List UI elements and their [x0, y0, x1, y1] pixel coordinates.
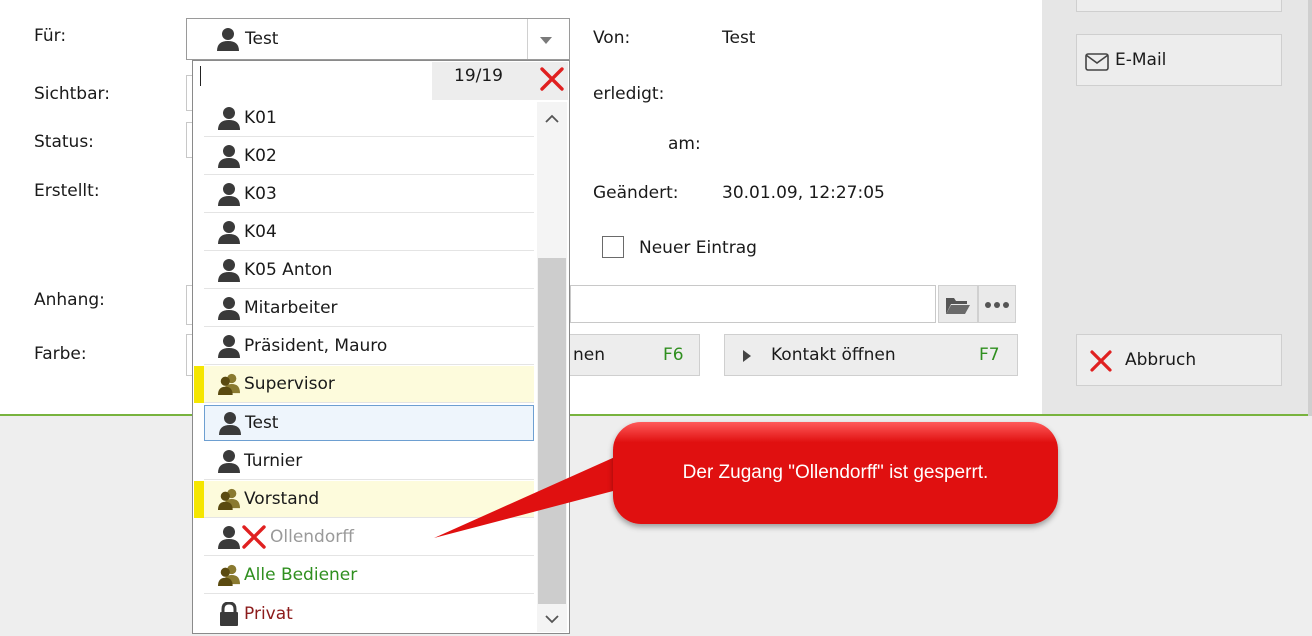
blocked-icon: [242, 525, 266, 549]
am-label: am:: [668, 134, 701, 154]
email-label: E-Mail: [1115, 50, 1167, 70]
user-icon: [219, 412, 241, 435]
list-item-label: Test: [245, 413, 279, 433]
scroll-down-icon[interactable]: [544, 614, 560, 624]
folder-icon: [946, 298, 970, 314]
erledigt-label: erledigt:: [593, 84, 665, 104]
von-value: Test: [722, 28, 756, 48]
scroll-up-icon[interactable]: [544, 114, 560, 124]
user-icon: [218, 297, 240, 320]
open-f6-button[interactable]: nen F6: [568, 334, 700, 376]
list-item-privat[interactable]: Privat: [204, 595, 534, 632]
list-item-label: Präsident, Mauro: [244, 336, 388, 356]
sichtbar-label: Sichtbar:: [34, 84, 110, 104]
kontakt-oeffnen-label: Kontakt öffnen: [771, 345, 896, 365]
dropdown-search-input[interactable]: [194, 62, 432, 100]
list-item-k03[interactable]: K03: [204, 176, 534, 213]
list-item-k04[interactable]: K04: [204, 214, 534, 251]
cancel-icon: [1090, 350, 1112, 372]
list-item-label: K01: [244, 108, 277, 128]
geaendert-label: Geändert:: [593, 183, 679, 203]
user-icon: [217, 28, 239, 51]
anhang-input[interactable]: [570, 285, 936, 323]
list-item-label: K02: [244, 146, 277, 166]
user-icon: [218, 183, 240, 206]
list-item-label: Alle Bediener: [244, 565, 358, 585]
warning-tooltip: Der Zugang "Ollendorff" ist gesperrt.: [613, 422, 1058, 524]
fuer-label: Für:: [34, 26, 67, 46]
farbe-label: Farbe:: [34, 344, 87, 364]
status-label: Status:: [34, 132, 94, 152]
folder-button[interactable]: [938, 285, 978, 323]
ellipsis-icon: [985, 302, 1009, 308]
abbruch-button[interactable]: Abbruch: [1076, 334, 1282, 386]
group-marker: [194, 481, 204, 518]
user-icon: [218, 145, 240, 168]
list-item-k05-anton[interactable]: K05 Anton: [204, 252, 534, 289]
scrollbar-thumb[interactable]: [538, 258, 566, 604]
email-button[interactable]: E-Mail: [1076, 34, 1282, 86]
envelope-icon: [1085, 53, 1109, 71]
window-edge: [1308, 0, 1312, 416]
result-counter: 19/19: [454, 66, 503, 86]
list-item-praesident-mauro[interactable]: Präsident, Mauro: [204, 328, 534, 365]
list-item-label: K03: [244, 184, 277, 204]
list-item-k02[interactable]: K02: [204, 138, 534, 175]
close-icon: [540, 67, 564, 91]
neuer-eintrag-label: Neuer Eintrag: [639, 238, 757, 258]
list-item-label: Ollendorff: [270, 527, 354, 547]
abbruch-label: Abbruch: [1125, 350, 1197, 370]
play-icon: [743, 350, 751, 362]
neuer-eintrag-checkbox[interactable]: [602, 236, 624, 258]
kontakt-oeffnen-button[interactable]: Kontakt öffnen F7: [724, 334, 1018, 376]
user-icon: [218, 450, 240, 473]
list-item-test[interactable]: Test: [204, 405, 534, 441]
list-item-label: K04: [244, 222, 277, 242]
von-label: Von:: [593, 28, 631, 48]
chevron-down-icon[interactable]: [539, 35, 553, 45]
dropdown-close-button[interactable]: [536, 62, 568, 100]
user-icon: [218, 335, 240, 358]
anhang-label: Anhang:: [34, 290, 105, 310]
f7-shortcut: F7: [979, 345, 1000, 365]
erstellt-label: Erstellt:: [34, 181, 100, 201]
list-item-label: Turnier: [244, 451, 303, 471]
user-group-icon: [218, 488, 240, 510]
group-marker: [194, 366, 204, 403]
user-group-icon: [218, 564, 240, 586]
fuer-select[interactable]: Test: [186, 18, 570, 60]
user-icon: [218, 107, 240, 130]
fuer-value: Test: [245, 29, 279, 49]
lock-icon: [220, 601, 238, 626]
list-item-supervisor[interactable]: Supervisor: [204, 366, 534, 403]
list-item-alle-bediener[interactable]: Alle Bediener: [204, 557, 534, 594]
list-item-k01[interactable]: K01: [204, 100, 534, 137]
divider-line-side: [1042, 414, 1312, 416]
f6-shortcut: F6: [663, 345, 684, 365]
open-f6-label: nen: [573, 345, 606, 365]
warning-tooltip-text: Der Zugang "Ollendorff" ist gesperrt.: [682, 462, 989, 483]
user-icon: [218, 526, 240, 549]
list-item-mitarbeiter[interactable]: Mitarbeiter: [204, 290, 534, 327]
list-item-label: Supervisor: [244, 374, 335, 394]
user-icon: [218, 259, 240, 282]
list-item-label: Vorstand: [244, 489, 320, 509]
more-button[interactable]: [978, 285, 1016, 323]
list-item-label: Mitarbeiter: [244, 298, 338, 318]
user-icon: [218, 221, 240, 244]
text-cursor: [200, 66, 201, 86]
select-divider: [527, 19, 528, 59]
geaendert-value: 30.01.09, 12:27:05: [722, 183, 885, 203]
list-item-label: Privat: [244, 603, 293, 624]
side-top-button[interactable]: [1076, 0, 1282, 12]
counter-box: 19/19: [432, 62, 536, 100]
list-item-label: K05 Anton: [244, 260, 333, 280]
user-group-icon: [218, 373, 240, 395]
